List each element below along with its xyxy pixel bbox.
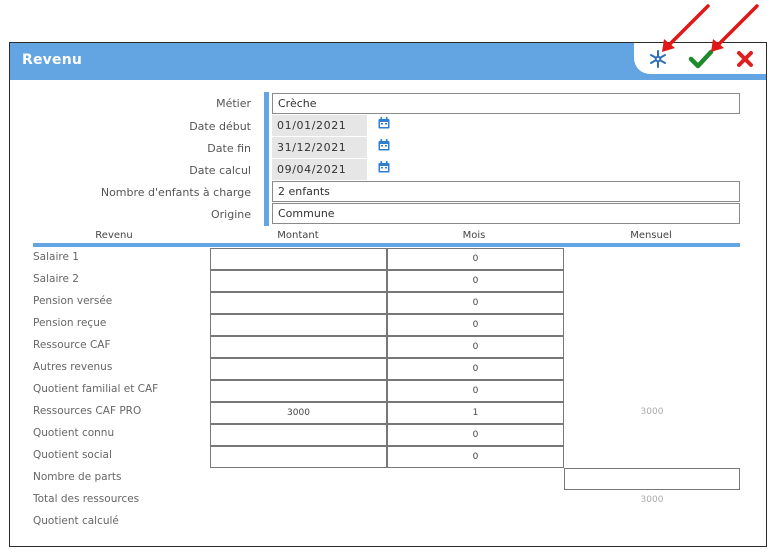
montant-input[interactable] xyxy=(210,380,387,402)
close-x-icon xyxy=(737,51,753,67)
mois-input[interactable]: 0 xyxy=(387,270,564,292)
mois-input[interactable]: 0 xyxy=(387,248,564,270)
row-label: Salaire 2 xyxy=(33,273,79,285)
date-debut-label: Date début xyxy=(189,120,251,133)
montant-input[interactable] xyxy=(210,292,387,314)
settings-button[interactable] xyxy=(643,46,673,72)
mois-input[interactable]: 1 xyxy=(387,402,564,424)
montant-input[interactable] xyxy=(210,336,387,358)
mois-input[interactable]: 0 xyxy=(387,358,564,380)
date-calcul-label: Date calcul xyxy=(189,164,251,177)
mois-input[interactable]: 0 xyxy=(387,336,564,358)
calendar-icon[interactable] xyxy=(378,161,390,173)
validate-button[interactable] xyxy=(686,46,716,72)
quotient-calcule-label: Quotient calculé xyxy=(33,515,119,527)
mois-input[interactable]: 0 xyxy=(387,380,564,402)
title-bar: Revenu xyxy=(10,43,766,80)
montant-input[interactable]: 3000 xyxy=(210,402,387,424)
mois-input[interactable]: 0 xyxy=(387,314,564,336)
calendar-icon[interactable] xyxy=(378,117,390,129)
column-header-montant: Montant xyxy=(277,230,319,241)
dialog-toolbar xyxy=(634,43,766,74)
date-fin-label: Date fin xyxy=(207,142,251,155)
row-label: Quotient connu xyxy=(33,427,115,439)
info-accent-bar xyxy=(264,92,269,226)
montant-input[interactable] xyxy=(210,270,387,292)
origine-field[interactable]: Commune xyxy=(272,203,740,224)
row-label: Pension versée xyxy=(33,295,113,307)
dialog-title: Revenu xyxy=(22,52,83,68)
metier-label: Métier xyxy=(216,97,251,110)
metier-field[interactable]: Crèche xyxy=(272,93,740,114)
calendar-icon[interactable] xyxy=(378,139,390,151)
total-value: 3000 xyxy=(640,495,664,505)
montant-input[interactable] xyxy=(210,358,387,380)
nombre-parts-label: Nombre de parts xyxy=(33,471,122,483)
row-label: Ressources CAF PRO xyxy=(33,405,142,417)
snowflake-gear-icon xyxy=(650,50,666,68)
column-header-mensuel: Mensuel xyxy=(630,230,672,241)
mensuel-value: 3000 xyxy=(640,407,664,417)
cancel-button[interactable] xyxy=(730,46,760,72)
mois-input[interactable]: 0 xyxy=(387,292,564,314)
montant-input[interactable] xyxy=(210,424,387,446)
montant-input[interactable] xyxy=(210,314,387,336)
revenu-dialog: Revenu Métier Crèche Date début 01/01/20… xyxy=(9,42,767,547)
date-fin-field[interactable]: 31/12/2021 xyxy=(272,137,367,158)
row-label: Salaire 1 xyxy=(33,251,79,263)
row-label: Pension reçue xyxy=(33,317,107,329)
enfants-field[interactable]: 2 enfants xyxy=(272,181,740,202)
row-label: Ressource CAF xyxy=(33,339,111,351)
date-calcul-field[interactable]: 09/04/2021 xyxy=(272,159,367,180)
mois-input[interactable]: 0 xyxy=(387,424,564,446)
checkmark-icon xyxy=(688,49,714,69)
mois-input[interactable]: 0 xyxy=(387,446,564,468)
column-header-mois: Mois xyxy=(462,230,486,241)
total-label: Total des ressources xyxy=(33,493,140,505)
montant-input[interactable] xyxy=(210,446,387,468)
origine-label: Origine xyxy=(210,208,251,221)
column-header-revenu: Revenu xyxy=(95,230,133,241)
row-label: Quotient familial et CAF xyxy=(33,383,159,395)
table-header-separator xyxy=(33,243,740,247)
row-label: Autres revenus xyxy=(33,361,113,373)
nombre-parts-input[interactable] xyxy=(564,468,740,490)
date-debut-field[interactable]: 01/01/2021 xyxy=(272,115,367,136)
row-label: Quotient social xyxy=(33,449,112,461)
montant-input[interactable] xyxy=(210,248,387,270)
enfants-label: Nombre d'enfants à charge xyxy=(100,186,251,199)
